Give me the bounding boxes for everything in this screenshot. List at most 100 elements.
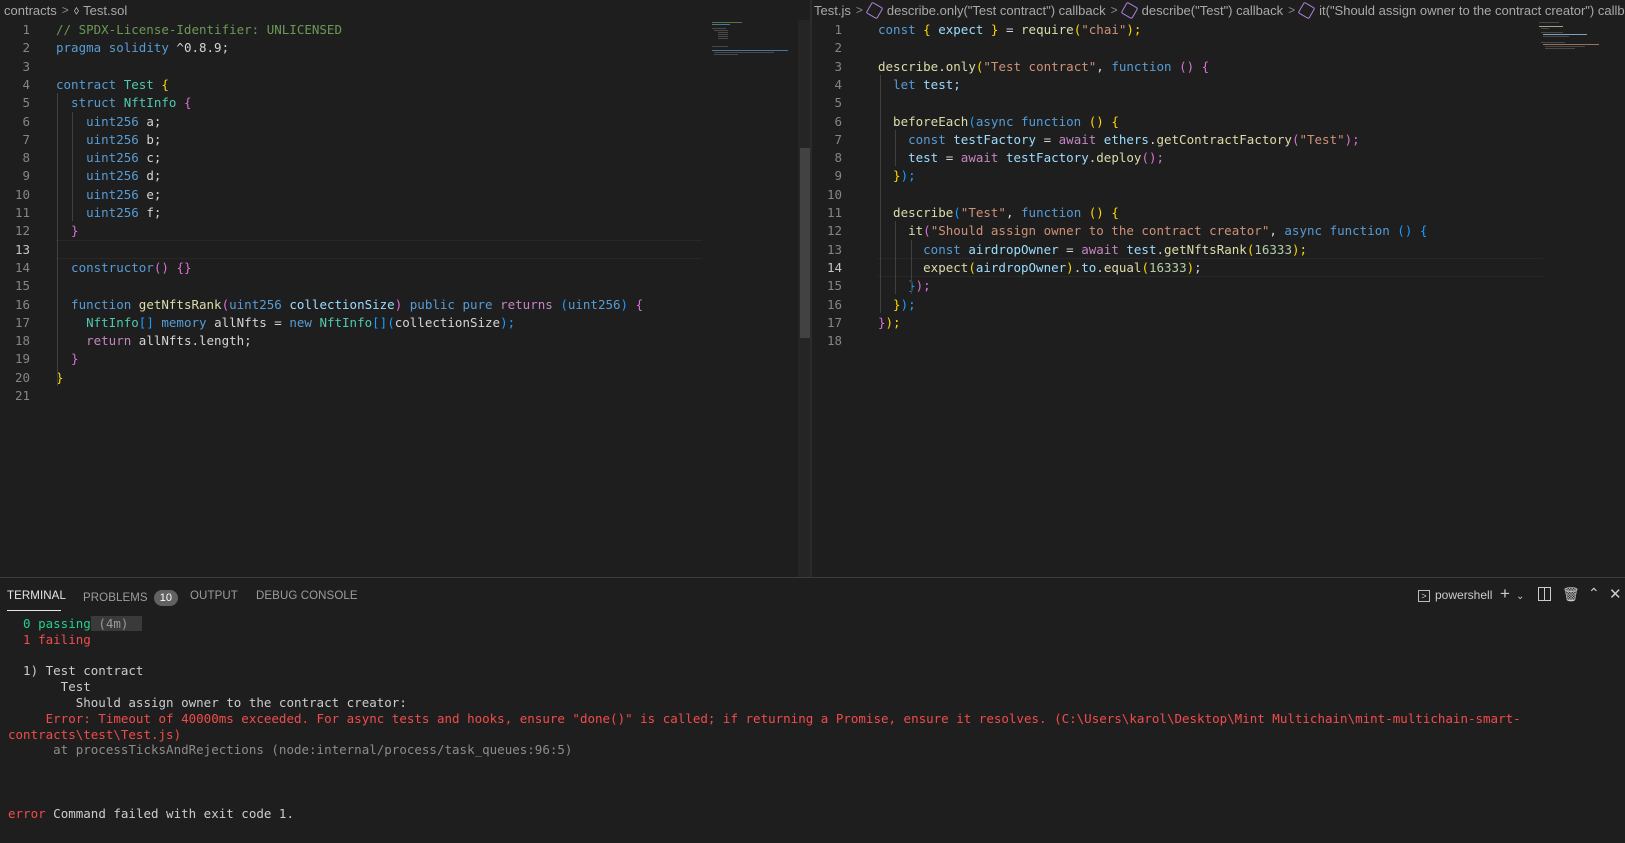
code-line[interactable]: 6 uint256 a;: [0, 112, 812, 131]
code-line[interactable]: 8 uint256 c;: [0, 148, 812, 167]
trash-icon[interactable]: 🗑: [1562, 586, 1580, 603]
line-number: 8: [834, 150, 842, 166]
code-text: beforeEach(async function () {: [878, 112, 1119, 131]
code-token: await: [1081, 241, 1127, 257]
code-token: uint256: [56, 131, 147, 147]
code-token: ): [394, 296, 410, 312]
code-line[interactable]: 17 NftInfo[] memory allNfts = new NftInf…: [0, 313, 812, 332]
code-token: {: [635, 296, 644, 312]
code-line[interactable]: 3: [0, 57, 812, 76]
code-token: test: [1126, 241, 1157, 257]
code-line[interactable]: 20}: [0, 368, 812, 387]
code-line[interactable]: 15 });: [812, 276, 1625, 295]
code-line[interactable]: 14 constructor() {}: [0, 258, 812, 277]
breadcrumb-folder[interactable]: contracts: [4, 3, 57, 18]
code-line[interactable]: 1 const { expect } = require("chai");: [812, 20, 1625, 39]
code-line[interactable]: 11 uint256 f;: [0, 203, 812, 222]
minimap[interactable]: [710, 20, 790, 80]
line-number: 18: [826, 333, 842, 349]
terminal-output[interactable]: 0 passing (4m) 1 failing 1) Test contrac…: [0, 616, 1625, 843]
code-line[interactable]: 11 describe("Test", function () {: [812, 203, 1625, 222]
code-line[interactable]: 4 contract Test {: [0, 75, 812, 94]
solidity-file-icon: ⬨: [73, 2, 80, 17]
code-text: }: [56, 349, 79, 368]
code-line[interactable]: 13 const airdropOwner = await test.getNf…: [812, 240, 1625, 259]
left-editor-pane[interactable]: contracts > ⬨ Test.sol 1 // SPDX-License-I…: [0, 0, 812, 577]
code-editor-javascript[interactable]: 1 const { expect } = require("chai"); 2 3 de…: [812, 20, 1625, 577]
tab-terminal[interactable]: TERMINAL: [7, 590, 66, 602]
terminal-text: (4m): [90, 616, 143, 631]
terminal-line: 0 passing (4m): [8, 616, 1617, 632]
code-line[interactable]: 6 beforeEach(async function () {: [812, 112, 1625, 131]
code-line[interactable]: 18: [812, 331, 1625, 350]
code-text: struct NftInfo {: [56, 93, 191, 112]
code-token: 16333: [1148, 259, 1187, 275]
code-token: allNfts.length;: [138, 333, 252, 349]
code-line[interactable]: 8 test = await testFactory.deploy();: [812, 148, 1625, 167]
breadcrumb-symbol[interactable]: describe.only("Test contract") callback: [865, 1, 1106, 19]
code-token: beforeEach: [878, 113, 969, 129]
code-line[interactable]: 10: [812, 185, 1625, 204]
code-line[interactable]: 5: [812, 93, 1625, 112]
line-number: 7: [834, 131, 842, 147]
code-line[interactable]: 2: [812, 38, 1625, 57]
code-line[interactable]: 14 expect(airdropOwner).to.equal(16333);: [812, 257, 1625, 277]
breadcrumb-file[interactable]: Test.js: [814, 3, 851, 18]
close-icon[interactable]: ✕: [1609, 585, 1622, 603]
code-token: =: [945, 150, 961, 166]
code-token: function: [1329, 223, 1398, 239]
code-token: {: [1111, 205, 1119, 220]
terminal-text: Test: [8, 679, 91, 695]
code-line[interactable]: 18 return allNfts.length;: [0, 331, 812, 350]
code-line[interactable]: 12 }: [0, 221, 812, 240]
terminal-shell-selector[interactable]: > powershell: [1418, 588, 1492, 602]
code-token: }: [878, 168, 901, 184]
new-terminal-plus-icon[interactable]: +: [1500, 584, 1510, 604]
code-token: only: [945, 58, 976, 74]
code-token: collectionSize: [289, 296, 395, 312]
code-line[interactable]: 16 function getNftsRank(uint256 collecti…: [0, 295, 812, 314]
code-token: {: [161, 76, 169, 92]
code-line[interactable]: 4 let test;: [812, 75, 1625, 94]
terminal-text: Should assign owner to the contract crea…: [8, 695, 407, 710]
code-line[interactable]: 13: [0, 239, 812, 259]
code-line[interactable]: 3 describe.only("Test contract", function…: [812, 57, 1625, 76]
code-line[interactable]: 9 });: [812, 166, 1625, 185]
code-line[interactable]: 5 struct NftInfo {: [0, 93, 812, 112]
code-editor-solidity[interactable]: 1// SPDX-License-Identifier: UNLICENSED 2…: [0, 20, 812, 577]
code-token: require: [1021, 22, 1074, 37]
maximize-panel-icon[interactable]: ⌃: [1588, 585, 1600, 602]
code-line[interactable]: 9 uint256 d;: [0, 166, 812, 185]
minimap[interactable]: [1537, 20, 1617, 80]
method-icon: [1120, 1, 1139, 19]
breadcrumb-symbol[interactable]: it("Should assign owner to the contract …: [1297, 1, 1625, 19]
tab-problems[interactable]: PROBLEMS 10: [83, 590, 179, 606]
code-line[interactable]: 15: [0, 276, 812, 295]
terminal-line: error Command failed with exit code 1.: [8, 806, 1617, 822]
code-line[interactable]: 1 // SPDX-License-Identifier: UNLICENSED: [0, 20, 812, 39]
tab-output[interactable]: OUTPUT: [190, 590, 238, 602]
code-line[interactable]: 21: [0, 386, 812, 405]
breadcrumb-file[interactable]: ⬨ Test.sol: [74, 3, 127, 18]
right-editor-pane[interactable]: Test.js > describe.only("Test contract")…: [812, 0, 1625, 577]
code-line[interactable]: 16 });: [812, 295, 1625, 314]
code-token: it: [878, 223, 924, 239]
chevron-right-icon: >: [855, 3, 863, 17]
code-line[interactable]: 7 const testFactory = await ethers.getCo…: [812, 130, 1625, 149]
active-tab-indicator: [7, 610, 61, 611]
code-line[interactable]: 2 pragma solidity ^0.8.9;: [0, 38, 812, 57]
code-line[interactable]: 17});: [812, 313, 1625, 332]
split-terminal-icon[interactable]: [1538, 587, 1551, 601]
breadcrumb-symbol[interactable]: describe("Test") callback: [1120, 1, 1283, 19]
code-line[interactable]: 7 uint256 b;: [0, 130, 812, 149]
code-line[interactable]: 19 }: [0, 349, 812, 368]
code-token: uint256: [56, 168, 147, 184]
code-token: await: [1058, 131, 1104, 147]
chevron-down-icon[interactable]: ⌄: [1516, 591, 1524, 602]
line-number: 16: [14, 296, 30, 312]
code-token: (): [1088, 205, 1112, 220]
code-text: const { expect } = require("chai");: [878, 20, 1141, 39]
code-line[interactable]: 10 uint256 e;: [0, 185, 812, 204]
code-line[interactable]: 12 it("Should assign owner to the contra…: [812, 221, 1625, 240]
tab-debug-console[interactable]: DEBUG CONSOLE: [256, 590, 358, 602]
